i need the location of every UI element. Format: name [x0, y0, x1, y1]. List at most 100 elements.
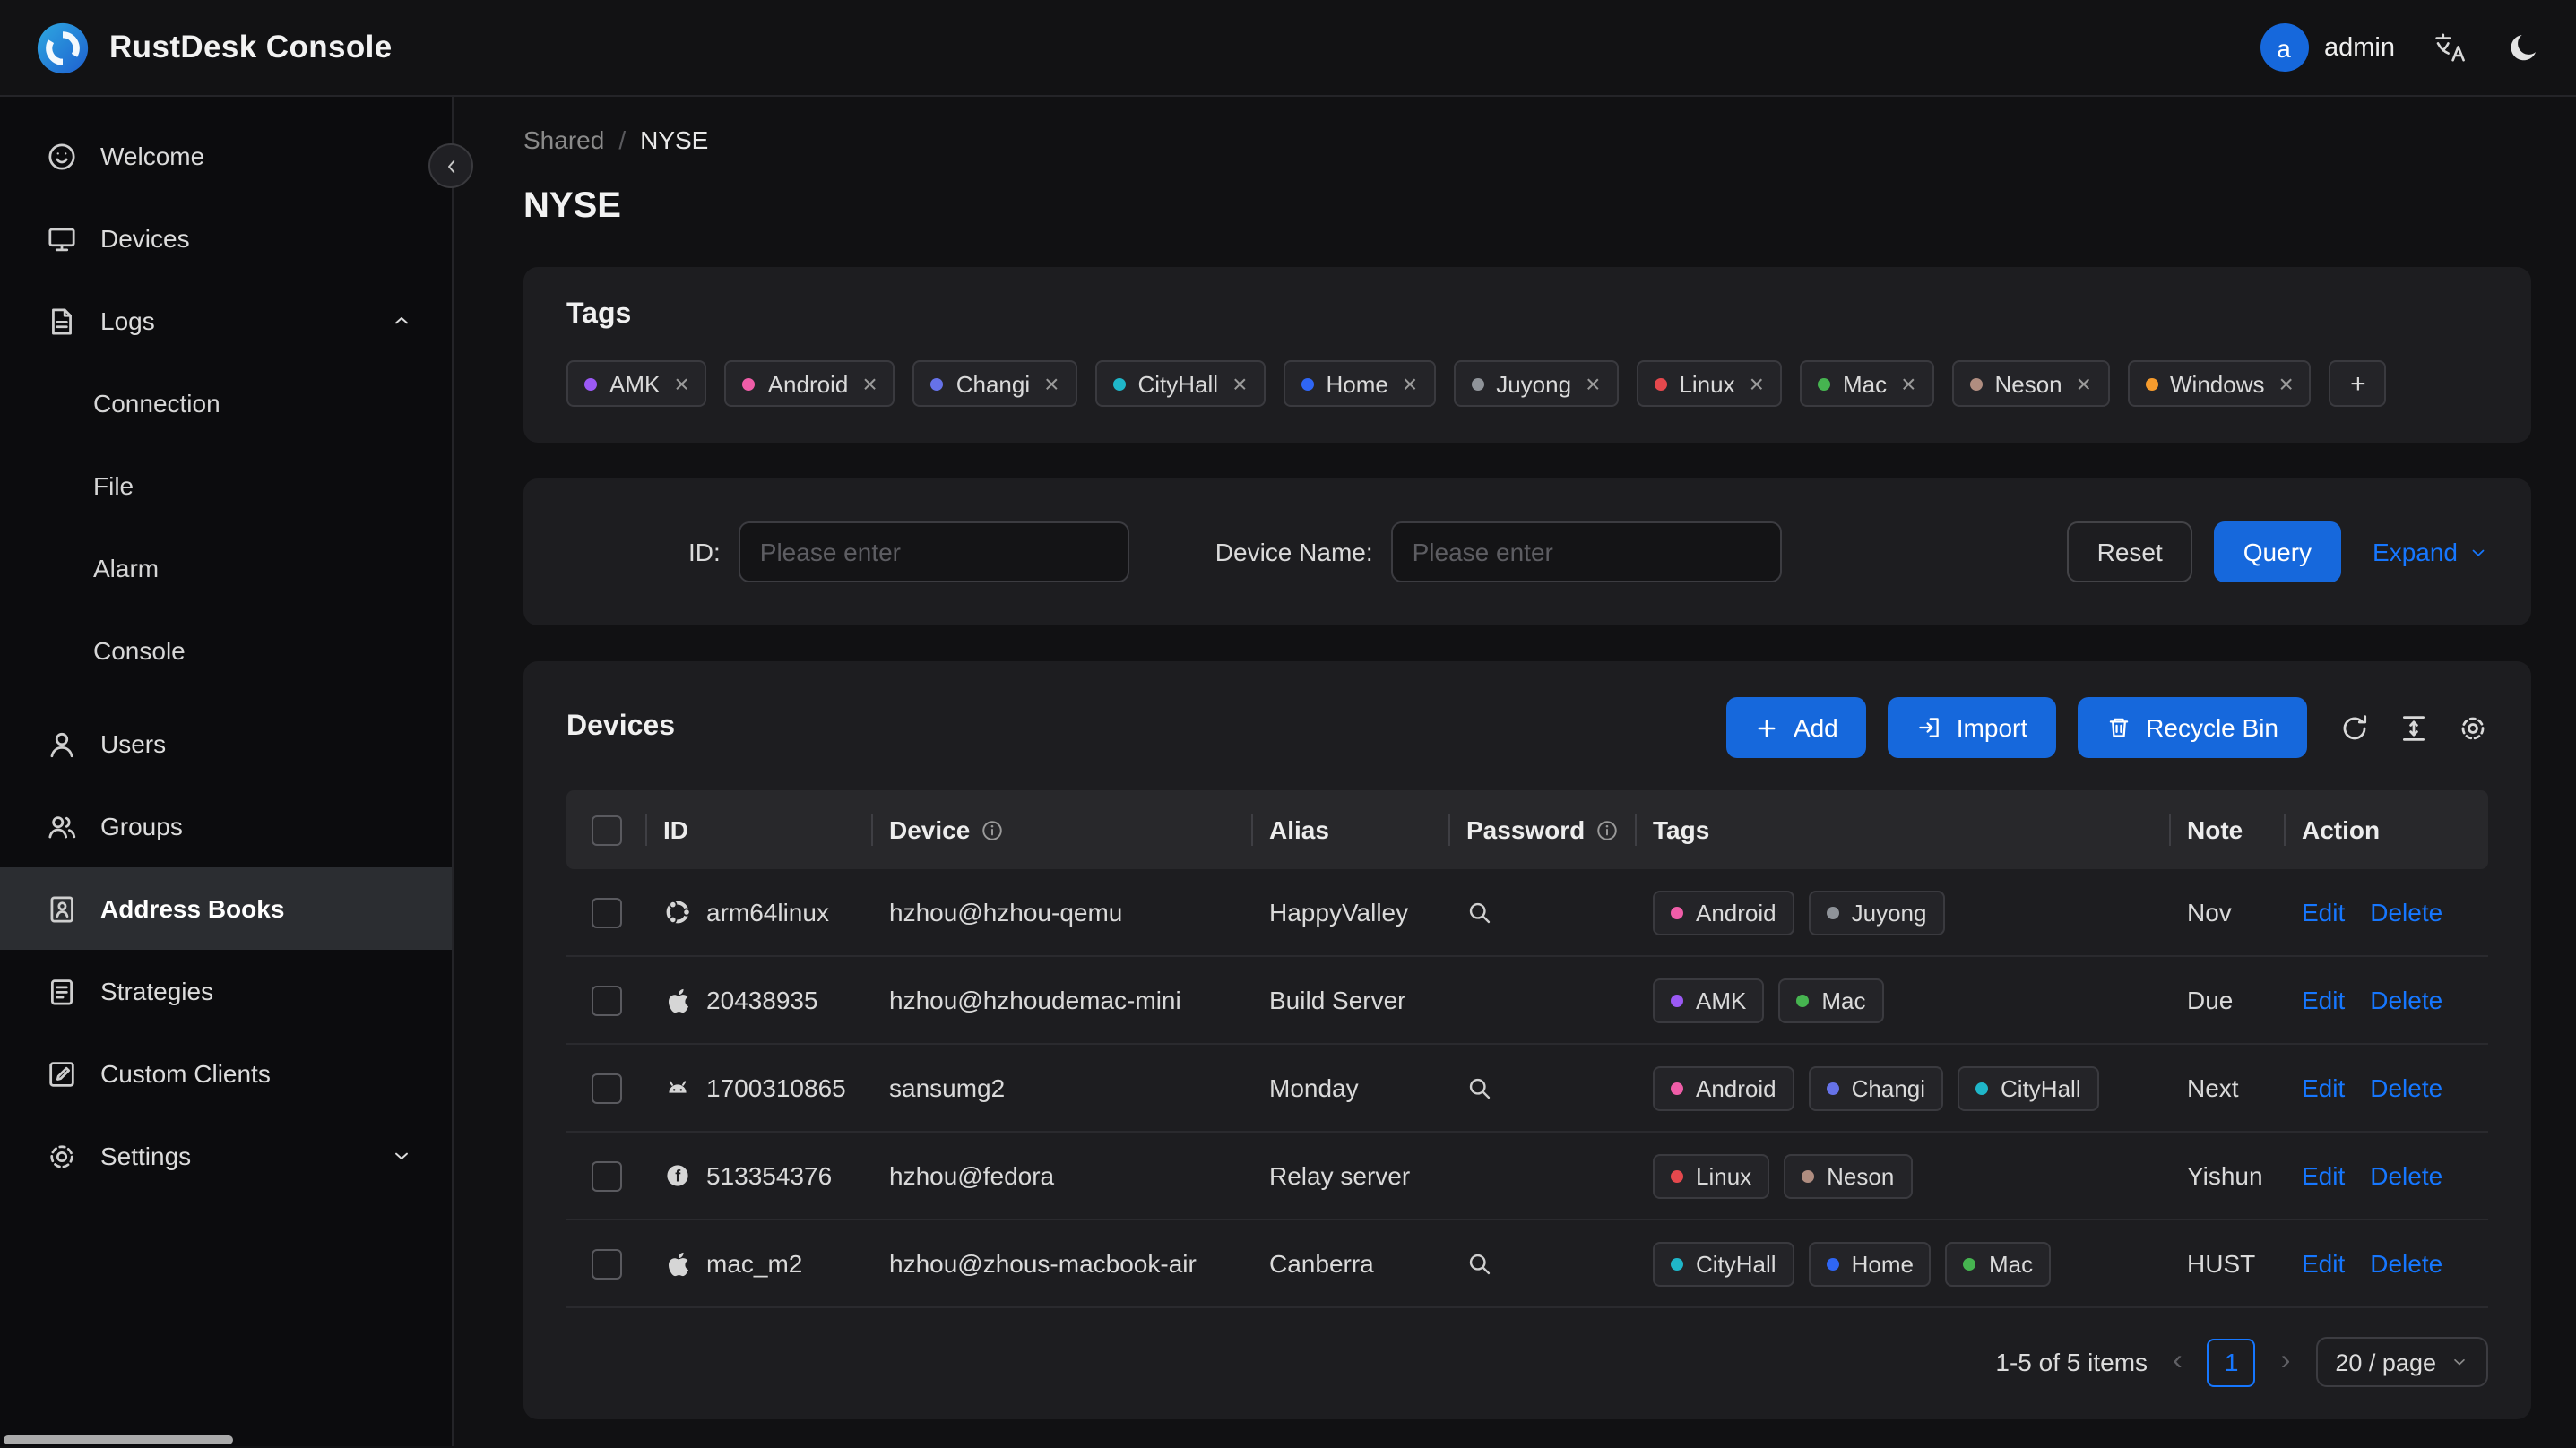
- tag-close-icon[interactable]: ×: [1044, 371, 1059, 396]
- tag-close-icon[interactable]: ×: [1232, 371, 1247, 396]
- row-height-icon[interactable]: [2399, 712, 2429, 743]
- row-checkbox[interactable]: [591, 1248, 621, 1279]
- tag-chip[interactable]: Changi ×: [912, 360, 1077, 407]
- view-password-icon[interactable]: [1466, 1250, 1493, 1277]
- sidebar-item-groups[interactable]: Groups: [0, 785, 452, 867]
- tag-chip[interactable]: Home ×: [1283, 360, 1436, 407]
- tag-chip[interactable]: Linux: [1653, 1153, 1770, 1198]
- add-tag-button[interactable]: +: [2329, 360, 2387, 407]
- tag-chip[interactable]: Windows ×: [2127, 360, 2312, 407]
- tags-panel: Tags AMK × Android × Changi × CityHall ×…: [523, 267, 2531, 443]
- sidebar-item-custom-clients[interactable]: Custom Clients: [0, 1032, 452, 1115]
- tag-chip[interactable]: AMK ×: [566, 360, 707, 407]
- query-button[interactable]: Query: [2214, 521, 2341, 582]
- tag-chip[interactable]: CityHall: [1653, 1241, 1794, 1286]
- sidebar-item-settings[interactable]: Settings: [0, 1115, 452, 1197]
- tag-chip[interactable]: Changi: [1808, 1065, 1944, 1110]
- tags-title: Tags: [566, 299, 632, 330]
- tag-chip[interactable]: CityHall: [1958, 1065, 2099, 1110]
- tag-chip[interactable]: Juyong: [1808, 890, 1945, 935]
- recycle-bin-button[interactable]: Recycle Bin: [2078, 697, 2307, 758]
- view-password-icon[interactable]: [1466, 1074, 1493, 1101]
- device-id: arm64linux: [706, 898, 829, 927]
- delete-link[interactable]: Delete: [2370, 986, 2442, 1014]
- trash-icon: [2109, 718, 2129, 737]
- tag-close-icon[interactable]: ×: [674, 371, 688, 396]
- user-menu[interactable]: a admin: [2260, 23, 2395, 72]
- sidebar-item-logs-file[interactable]: File: [0, 444, 452, 527]
- table-row: 20438935 hzhou@hzhoudemac-mini Build Ser…: [566, 957, 2488, 1045]
- tag-chip[interactable]: Neson ×: [1951, 360, 2109, 407]
- sidebar-item-welcome[interactable]: Welcome: [0, 115, 452, 197]
- tag-chip[interactable]: CityHall ×: [1094, 360, 1266, 407]
- sidebar-item-users[interactable]: Users: [0, 702, 452, 785]
- tag-color-dot: [1671, 906, 1683, 918]
- sidebar-item-strategies[interactable]: Strategies: [0, 950, 452, 1032]
- tag-close-icon[interactable]: ×: [2279, 371, 2294, 396]
- delete-link[interactable]: Delete: [2370, 1249, 2442, 1278]
- tag-close-icon[interactable]: ×: [1586, 371, 1600, 396]
- tag-chip[interactable]: Mac ×: [1799, 360, 1934, 407]
- edit-link[interactable]: Edit: [2302, 898, 2345, 927]
- reset-button[interactable]: Reset: [2066, 521, 2193, 582]
- row-checkbox[interactable]: [591, 1073, 621, 1103]
- edit-link[interactable]: Edit: [2302, 1161, 2345, 1190]
- tag-chip[interactable]: Mac: [1778, 978, 1884, 1022]
- sidebar-item-logs[interactable]: Logs: [0, 280, 452, 362]
- row-checkbox[interactable]: [591, 1160, 621, 1191]
- expand-link[interactable]: Expand: [2373, 538, 2488, 566]
- table-settings-gear-icon[interactable]: [2458, 712, 2488, 743]
- tag-label: Linux: [1696, 1162, 1752, 1189]
- import-button[interactable]: Import: [1888, 697, 2057, 758]
- device-name: hzhou@hzhoudemac-mini: [889, 986, 1181, 1014]
- sidebar-item-devices[interactable]: Devices: [0, 197, 452, 280]
- info-icon[interactable]: [981, 818, 1004, 841]
- language-icon[interactable]: [2433, 30, 2468, 65]
- tag-chip[interactable]: Mac: [1945, 1241, 2052, 1286]
- tag-close-icon[interactable]: ×: [862, 371, 877, 396]
- horizontal-scrollbar-thumb[interactable]: [4, 1435, 233, 1444]
- breadcrumb-shared[interactable]: Shared: [523, 125, 604, 154]
- device-note: Next: [2187, 1073, 2239, 1102]
- refresh-icon[interactable]: [2339, 712, 2370, 743]
- tag-chip[interactable]: Juyong ×: [1453, 360, 1619, 407]
- tag-label: AMK: [1696, 987, 1747, 1013]
- avatar[interactable]: a: [2260, 23, 2308, 72]
- select-all-checkbox[interactable]: [591, 814, 621, 845]
- tag-close-icon[interactable]: ×: [1750, 371, 1764, 396]
- sidebar-item-address-books[interactable]: Address Books: [0, 867, 452, 950]
- edit-link[interactable]: Edit: [2302, 986, 2345, 1014]
- sidebar-collapse-button[interactable]: [428, 143, 473, 188]
- row-checkbox[interactable]: [591, 985, 621, 1015]
- sidebar-item-logs-connection[interactable]: Connection: [0, 362, 452, 444]
- edit-link[interactable]: Edit: [2302, 1249, 2345, 1278]
- tag-chip[interactable]: Android ×: [724, 360, 895, 407]
- delete-link[interactable]: Delete: [2370, 1161, 2442, 1190]
- tag-chip[interactable]: Linux ×: [1636, 360, 1782, 407]
- delete-link[interactable]: Delete: [2370, 898, 2442, 927]
- id-input[interactable]: [738, 521, 1129, 582]
- row-checkbox[interactable]: [591, 897, 621, 927]
- add-device-button[interactable]: Add: [1726, 697, 1867, 758]
- dark-mode-icon[interactable]: [2506, 30, 2540, 65]
- tag-chip[interactable]: AMK: [1653, 978, 1765, 1022]
- edit-link[interactable]: Edit: [2302, 1073, 2345, 1102]
- sidebar-item-logs-alarm[interactable]: Alarm: [0, 527, 452, 609]
- tag-close-icon[interactable]: ×: [1901, 371, 1915, 396]
- page-1-button[interactable]: 1: [2207, 1338, 2256, 1386]
- device-name-filter-group: Device Name:: [1215, 521, 1782, 582]
- prev-page-icon[interactable]: ‹: [2173, 1346, 2183, 1378]
- tag-chip[interactable]: Android: [1653, 1065, 1794, 1110]
- device-name-input[interactable]: [1390, 521, 1782, 582]
- tag-chip[interactable]: Android: [1653, 890, 1794, 935]
- delete-link[interactable]: Delete: [2370, 1073, 2442, 1102]
- tag-chip[interactable]: Home: [1808, 1241, 1932, 1286]
- next-page-icon[interactable]: ›: [2281, 1346, 2291, 1378]
- tag-chip[interactable]: Neson: [1784, 1153, 1913, 1198]
- tag-close-icon[interactable]: ×: [2077, 371, 2091, 396]
- tag-close-icon[interactable]: ×: [1403, 371, 1417, 396]
- info-icon[interactable]: [1595, 818, 1619, 841]
- view-password-icon[interactable]: [1466, 899, 1493, 926]
- sidebar-item-logs-console[interactable]: Console: [0, 609, 452, 692]
- page-size-select[interactable]: 20 / page: [2315, 1337, 2488, 1387]
